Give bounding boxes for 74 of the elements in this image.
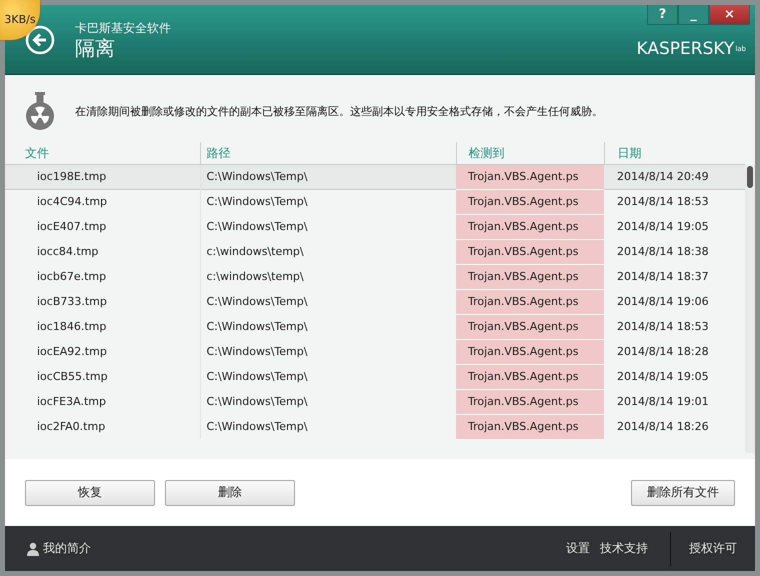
- table-cell: iocB733.tmp: [5, 289, 200, 314]
- flask-icon: [24, 91, 56, 131]
- detection-cell: Trojan.VBS.Agent.ps: [456, 339, 604, 364]
- table-cell: C:\Windows\Temp\: [200, 314, 456, 339]
- back-button[interactable]: [25, 25, 55, 55]
- table-row[interactable]: iocFE3A.tmp C:\Windows\Temp\ Trojan.VBS.Agent.ps 2014/8/14 19:01: [5, 389, 745, 414]
- table-cell: 2014/8/14 19:01: [604, 389, 745, 414]
- detection-cell: Trojan.VBS.Agent.ps: [456, 189, 604, 214]
- table-cell: 2014/8/14 18:37: [604, 264, 745, 289]
- table-cell: C:\Windows\Temp\: [200, 339, 456, 364]
- table-row[interactable]: iocCB55.tmp C:\Windows\Temp\ Trojan.VBS.Agent.ps 2014/8/14 19:05: [5, 364, 745, 389]
- table-cell: C:\Windows\Temp\: [200, 214, 456, 239]
- table-cell: 2014/8/14 19:06: [604, 289, 745, 314]
- close-button[interactable]: ×: [709, 5, 750, 25]
- table-cell: C:\Windows\Temp\: [200, 189, 456, 214]
- page-title: 隔离: [75, 36, 116, 60]
- license-link[interactable]: 授权许可: [689, 540, 737, 557]
- table-row[interactable]: ioc4C94.tmp C:\Windows\Temp\ Trojan.VBS.Agent.ps 2014/8/14 18:53: [5, 189, 745, 214]
- table-cell: 2014/8/14 18:53: [604, 189, 745, 214]
- footer-link[interactable]: 技术支持: [600, 540, 648, 557]
- table-row[interactable]: ioc2FA0.tmp C:\Windows\Temp\ Trojan.VBS.Agent.ps 2014/8/14 18:26: [5, 414, 745, 439]
- scrollbar[interactable]: [745, 165, 755, 453]
- footer-link[interactable]: 设置: [566, 540, 590, 557]
- table-cell: 2014/8/14 20:49: [604, 164, 745, 189]
- table-cell: C:\Windows\Temp\: [200, 289, 456, 314]
- table-cell: iocFE3A.tmp: [5, 389, 200, 414]
- table-cell: iocE407.tmp: [5, 214, 200, 239]
- app-name: 卡巴斯基安全软件: [75, 21, 171, 36]
- action-button[interactable]: 删除所有文件: [631, 480, 735, 506]
- detection-cell: Trojan.VBS.Agent.ps: [456, 389, 604, 414]
- table-cell: iocCB55.tmp: [5, 364, 200, 389]
- table-cell: 2014/8/14 18:53: [604, 314, 745, 339]
- detection-cell: Trojan.VBS.Agent.ps: [456, 314, 604, 339]
- table-cell: 2014/8/14 18:38: [604, 239, 745, 264]
- table-cell: C:\Windows\Temp\: [200, 389, 456, 414]
- detection-cell: Trojan.VBS.Agent.ps: [456, 289, 604, 314]
- table-cell: 2014/8/14 18:28: [604, 339, 745, 364]
- table-cell: iocEA92.tmp: [5, 339, 200, 364]
- table-cell: 2014/8/14 18:26: [604, 414, 745, 439]
- minimize-button[interactable]: _: [678, 5, 709, 25]
- table-cell: ioc198E.tmp: [5, 164, 200, 189]
- notice-text: 在清除期间被删除或修改的文件的副本已被移至隔离区。这些副本以专用安全格式存储，不会产生任何威胁。: [75, 104, 603, 118]
- table-cell: iocb67e.tmp: [5, 264, 200, 289]
- table-cell: iocc84.tmp: [5, 239, 200, 264]
- table-cell: c:\windows\temp\: [200, 239, 456, 264]
- table-cell: C:\Windows\Temp\: [200, 414, 456, 439]
- detection-cell: Trojan.VBS.Agent.ps: [456, 214, 604, 239]
- detection-cell: Trojan.VBS.Agent.ps: [456, 364, 604, 389]
- table-cell: 2014/8/14 19:05: [604, 364, 745, 389]
- table-row[interactable]: iocEA92.tmp C:\Windows\Temp\ Trojan.VBS.Agent.ps 2014/8/14 18:28: [5, 339, 745, 364]
- detection-cell: Trojan.VBS.Agent.ps: [456, 164, 604, 189]
- logo-text: KASPERSKY: [636, 39, 734, 59]
- table-row[interactable]: ioc198E.tmp C:\Windows\Temp\ Trojan.VBS.Agent.ps 2014/8/14 20:49: [5, 164, 745, 189]
- table-row[interactable]: iocc84.tmp c:\windows\temp\ Trojan.VBS.Agent.ps 2014/8/14 18:38: [5, 239, 745, 264]
- detection-cell: Trojan.VBS.Agent.ps: [456, 239, 604, 264]
- table-cell: ioc1846.tmp: [5, 314, 200, 339]
- table-cell: ioc2FA0.tmp: [5, 414, 200, 439]
- action-button[interactable]: 恢复: [25, 480, 155, 506]
- table-row[interactable]: iocE407.tmp C:\Windows\Temp\ Trojan.VBS.Agent.ps 2014/8/14 19:05: [5, 214, 745, 239]
- table-cell: 2014/8/14 19:05: [604, 214, 745, 239]
- help-button[interactable]: ?: [647, 5, 678, 25]
- profile-link[interactable]: 我的简介: [27, 540, 91, 557]
- table-row[interactable]: iocb67e.tmp c:\windows\temp\ Trojan.VBS.Agent.ps 2014/8/14 18:37: [5, 264, 745, 289]
- table-row[interactable]: ioc1846.tmp C:\Windows\Temp\ Trojan.VBS.Agent.ps 2014/8/14 18:53: [5, 314, 745, 339]
- scrollbar-thumb[interactable]: [747, 166, 753, 188]
- table-cell: C:\Windows\Temp\: [200, 164, 456, 189]
- table-cell: c:\windows\temp\: [200, 264, 456, 289]
- table-cell: C:\Windows\Temp\: [200, 364, 456, 389]
- detection-cell: Trojan.VBS.Agent.ps: [456, 264, 604, 289]
- action-button[interactable]: 删除: [165, 480, 295, 506]
- detection-cell: Trojan.VBS.Agent.ps: [456, 414, 604, 439]
- table-cell: ioc4C94.tmp: [5, 189, 200, 214]
- person-icon: [27, 542, 39, 556]
- table-row[interactable]: iocB733.tmp C:\Windows\Temp\ Trojan.VBS.Agent.ps 2014/8/14 19:06: [5, 289, 745, 314]
